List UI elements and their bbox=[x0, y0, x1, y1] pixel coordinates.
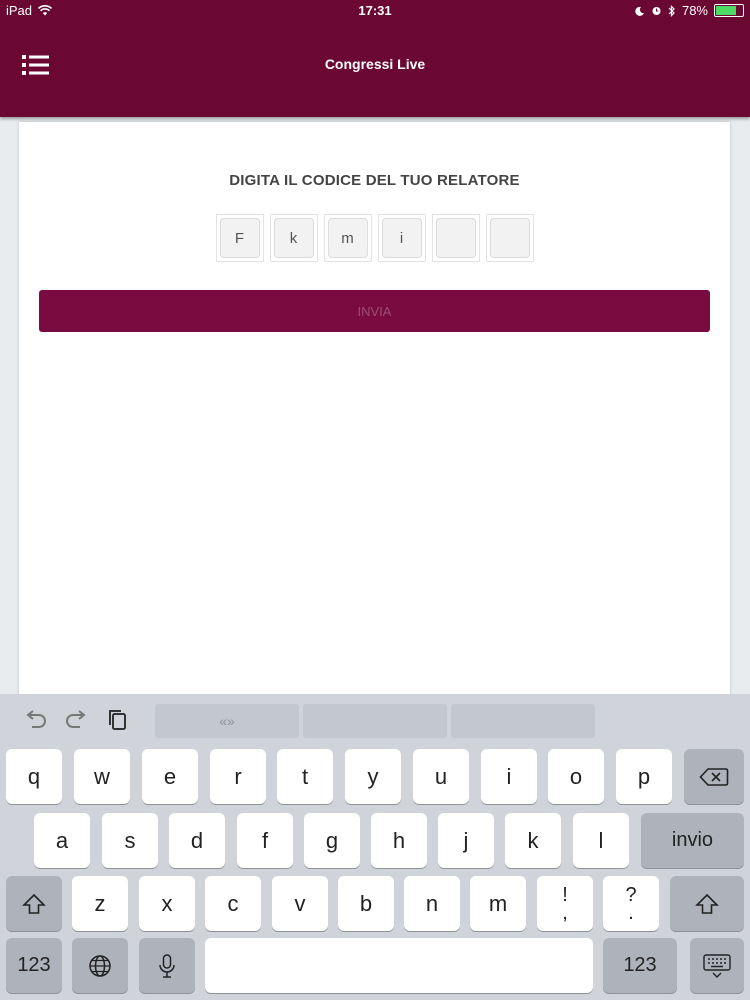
suggestion-3[interactable] bbox=[451, 704, 595, 738]
key-v[interactable]: v bbox=[272, 876, 328, 931]
suggestion-1[interactable]: «» bbox=[155, 704, 299, 738]
key-top-char: ? bbox=[625, 883, 637, 906]
keyboard-toolbar: «» bbox=[0, 694, 750, 746]
battery-icon bbox=[714, 4, 744, 17]
key-m[interactable]: m bbox=[470, 876, 526, 931]
key-exclaim-comma[interactable]: !, bbox=[537, 876, 593, 931]
status-bar: iPad 17:31 78% bbox=[0, 0, 750, 22]
numbers-key-right[interactable]: 123 bbox=[603, 938, 677, 993]
key-f[interactable]: f bbox=[237, 813, 293, 868]
paste-icon[interactable] bbox=[104, 708, 132, 732]
key-top-char: ! bbox=[562, 883, 568, 906]
key-u[interactable]: u bbox=[413, 749, 469, 804]
microphone-icon bbox=[159, 953, 175, 978]
numbers-key-left[interactable]: 123 bbox=[6, 938, 62, 993]
code-field-3[interactable]: m bbox=[323, 214, 372, 262]
key-l[interactable]: l bbox=[573, 813, 629, 868]
key-bottom-char: , bbox=[562, 901, 568, 924]
space-key[interactable] bbox=[205, 938, 593, 993]
moon-icon bbox=[635, 6, 644, 16]
code-field-1[interactable]: F bbox=[215, 214, 264, 262]
code-char: F bbox=[219, 218, 260, 258]
key-n[interactable]: n bbox=[404, 876, 460, 931]
key-p[interactable]: p bbox=[616, 749, 672, 804]
code-char bbox=[435, 218, 476, 258]
code-field-5[interactable] bbox=[431, 214, 480, 262]
code-field-6[interactable] bbox=[485, 214, 534, 262]
key-y[interactable]: y bbox=[345, 749, 401, 804]
code-char: i bbox=[381, 218, 422, 258]
page-title: Congressi Live bbox=[324, 56, 426, 72]
code-char: m bbox=[327, 218, 368, 258]
code-input-group: F k m i bbox=[19, 214, 730, 262]
key-z[interactable]: z bbox=[72, 876, 128, 931]
key-j[interactable]: j bbox=[438, 813, 494, 868]
key-c[interactable]: c bbox=[205, 876, 261, 931]
code-field-4[interactable]: i bbox=[377, 214, 426, 262]
key-o[interactable]: o bbox=[548, 749, 604, 804]
code-prompt: DIGITA IL CODICE DEL TUO RELATORE bbox=[229, 172, 520, 189]
alarm-icon bbox=[652, 7, 661, 15]
code-field-2[interactable]: k bbox=[269, 214, 318, 262]
key-b[interactable]: b bbox=[338, 876, 394, 931]
keyboard-dismiss-key[interactable] bbox=[690, 938, 744, 993]
key-t[interactable]: t bbox=[277, 749, 333, 804]
globe-icon bbox=[89, 954, 111, 977]
shift-icon bbox=[22, 893, 46, 914]
key-x[interactable]: x bbox=[139, 876, 195, 931]
return-key[interactable]: invio bbox=[641, 813, 744, 868]
backspace-icon bbox=[699, 767, 729, 786]
redo-icon[interactable] bbox=[62, 708, 90, 732]
suggestion-2[interactable] bbox=[303, 704, 447, 738]
shift-key-left[interactable] bbox=[6, 876, 62, 931]
dictation-key[interactable] bbox=[139, 938, 195, 993]
battery-percent: 78% bbox=[681, 3, 708, 18]
key-r[interactable]: r bbox=[210, 749, 266, 804]
on-screen-keyboard: «» q w e r t y u i o p a s d f g h j k l… bbox=[0, 694, 750, 1000]
key-e[interactable]: e bbox=[142, 749, 198, 804]
bluetooth-icon bbox=[668, 4, 675, 17]
globe-key[interactable] bbox=[72, 938, 128, 993]
key-s[interactable]: s bbox=[102, 813, 158, 868]
key-d[interactable]: d bbox=[169, 813, 225, 868]
backspace-key[interactable] bbox=[684, 749, 744, 804]
key-w[interactable]: w bbox=[74, 749, 130, 804]
app-header: iPad 17:31 78% Congressi Live bbox=[0, 0, 750, 117]
key-question-period[interactable]: ?. bbox=[603, 876, 659, 931]
undo-icon[interactable] bbox=[22, 708, 50, 732]
key-a[interactable]: a bbox=[34, 813, 90, 868]
shift-icon bbox=[695, 893, 719, 914]
key-i[interactable]: i bbox=[481, 749, 537, 804]
submit-button[interactable]: INVIA bbox=[39, 290, 710, 332]
code-char bbox=[489, 218, 530, 258]
key-g[interactable]: g bbox=[304, 813, 360, 868]
key-bottom-char: . bbox=[628, 901, 634, 924]
code-char: k bbox=[273, 218, 314, 258]
code-entry-card: DIGITA IL CODICE DEL TUO RELATORE F k m … bbox=[19, 122, 730, 722]
key-h[interactable]: h bbox=[371, 813, 427, 868]
key-k[interactable]: k bbox=[505, 813, 561, 868]
shift-key-right[interactable] bbox=[670, 876, 744, 931]
key-q[interactable]: q bbox=[6, 749, 62, 804]
keyboard-dismiss-icon bbox=[703, 953, 731, 978]
